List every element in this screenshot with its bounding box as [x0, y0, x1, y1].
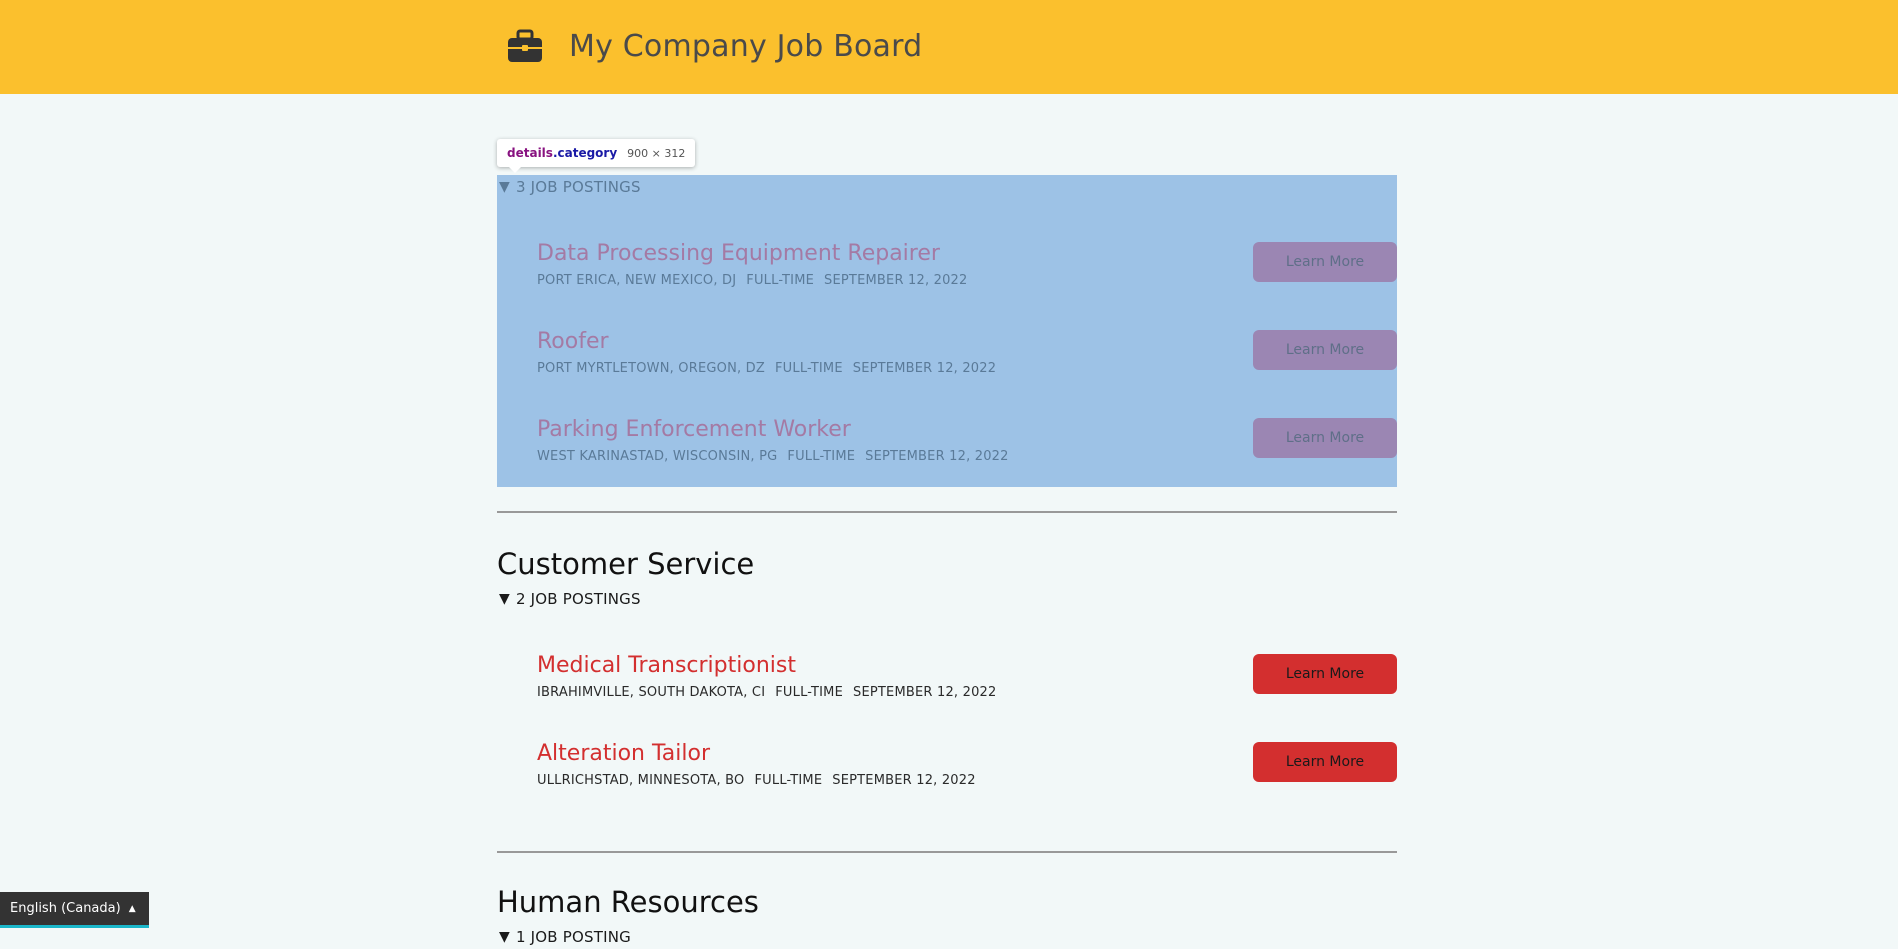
- job-meta: WEST KARINASTAD, WISCONSIN, PG FULL-TIME…: [537, 449, 1019, 464]
- job-type: FULL-TIME: [746, 273, 815, 288]
- job-location: WEST KARINASTAD, WISCONSIN, PG: [537, 449, 778, 464]
- job-location: ULLRICHSTAD, MINNESOTA, BO: [537, 773, 745, 788]
- job-location: PORT MYRTLETOWN, OREGON, DZ: [537, 361, 765, 376]
- job-title[interactable]: Medical Transcriptionist: [537, 651, 796, 681]
- devtools-tooltip: details .category 900 × 312: [497, 139, 696, 173]
- category: Customer Service ▼ 2 JOB POSTINGS Medica…: [497, 545, 1397, 827]
- job-type: FULL-TIME: [774, 361, 843, 376]
- job-type: FULL-TIME: [754, 773, 823, 788]
- category-summary[interactable]: ▼ 3 JOB POSTINGS: [497, 175, 1397, 199]
- job-posting: Alteration Tailor ULLRICHSTAD, MINNESOTA…: [497, 739, 1397, 827]
- tooltip-size: 900 × 312: [627, 146, 686, 160]
- job-meta: PORT MYRTLETOWN, OREGON, DZ FULL-TIME SE…: [537, 361, 1006, 376]
- category-heading: Customer Service: [497, 547, 755, 581]
- category: Human Resources ▼ 1 JOB POSTING: [497, 883, 1397, 949]
- category: ▼ 3 JOB POSTINGS Data Processing Equipme…: [497, 175, 1397, 487]
- learn-more-button[interactable]: Learn More: [1253, 330, 1397, 370]
- job-posting: Parking Enforcement Worker WEST KARINAST…: [497, 415, 1397, 503]
- job-title[interactable]: Data Processing Equipment Repairer: [537, 239, 940, 269]
- job-meta: PORT ERICA, NEW MEXICO, DJ FULL-TIME SEP…: [537, 273, 978, 288]
- posting-count: 1 JOB POSTING: [515, 928, 631, 946]
- triangle-down-icon: ▼: [499, 591, 510, 607]
- site-title: My Company Job Board: [569, 29, 923, 64]
- job-posting: Medical Transcriptionist IBRAHIMVILLE, S…: [497, 651, 1397, 739]
- job-date: SEPTEMBER 12, 2022: [832, 773, 976, 788]
- job-location: IBRAHIMVILLE, SOUTH DAKOTA, CI: [537, 685, 766, 700]
- job-type: FULL-TIME: [787, 449, 856, 464]
- job-posting: Data Processing Equipment Repairer PORT …: [497, 239, 1397, 327]
- learn-more-button[interactable]: Learn More: [1253, 742, 1397, 782]
- category-summary[interactable]: ▼ 2 JOB POSTINGS: [497, 587, 1397, 611]
- job-meta: ULLRICHSTAD, MINNESOTA, BO FULL-TIME SEP…: [537, 773, 986, 788]
- briefcase-icon: [508, 29, 542, 62]
- job-posting: Roofer PORT MYRTLETOWN, OREGON, DZ FULL-…: [497, 327, 1397, 415]
- learn-more-button[interactable]: Learn More: [1253, 418, 1397, 458]
- language-label: English (Canada): [10, 901, 121, 916]
- job-title[interactable]: Parking Enforcement Worker: [537, 415, 851, 445]
- learn-more-button[interactable]: Learn More: [1253, 242, 1397, 282]
- caret-up-icon: ▲: [128, 903, 136, 914]
- job-location: PORT ERICA, NEW MEXICO, DJ: [537, 273, 737, 288]
- brand[interactable]: My Company Job Board: [505, 25, 922, 69]
- category-heading: Human Resources: [497, 885, 759, 919]
- job-meta: IBRAHIMVILLE, SOUTH DAKOTA, CI FULL-TIME…: [537, 685, 1006, 700]
- learn-more-button[interactable]: Learn More: [1253, 654, 1397, 694]
- job-date: SEPTEMBER 12, 2022: [853, 685, 997, 700]
- job-board-content: ▼ 3 JOB POSTINGS Data Processing Equipme…: [497, 175, 1397, 949]
- category-divider: [497, 511, 1397, 513]
- posting-count: 2 JOB POSTINGS: [515, 590, 641, 608]
- posting-count: 3 JOB POSTINGS: [515, 178, 641, 196]
- job-date: SEPTEMBER 12, 2022: [824, 273, 968, 288]
- category-divider: [497, 851, 1397, 853]
- category-summary[interactable]: ▼ 1 JOB POSTING: [497, 925, 1397, 949]
- triangle-down-icon: ▼: [499, 179, 510, 195]
- tooltip-class: .category: [552, 146, 618, 160]
- job-date: SEPTEMBER 12, 2022: [865, 449, 1009, 464]
- tooltip-tag: details: [507, 146, 553, 160]
- site-header: My Company Job Board: [0, 0, 1898, 94]
- job-title[interactable]: Roofer: [537, 327, 609, 357]
- language-selector[interactable]: English (Canada) ▲: [0, 892, 149, 928]
- job-date: SEPTEMBER 12, 2022: [852, 361, 997, 376]
- job-title[interactable]: Alteration Tailor: [537, 739, 710, 769]
- triangle-down-icon: ▼: [499, 929, 510, 945]
- job-type: FULL-TIME: [775, 685, 844, 700]
